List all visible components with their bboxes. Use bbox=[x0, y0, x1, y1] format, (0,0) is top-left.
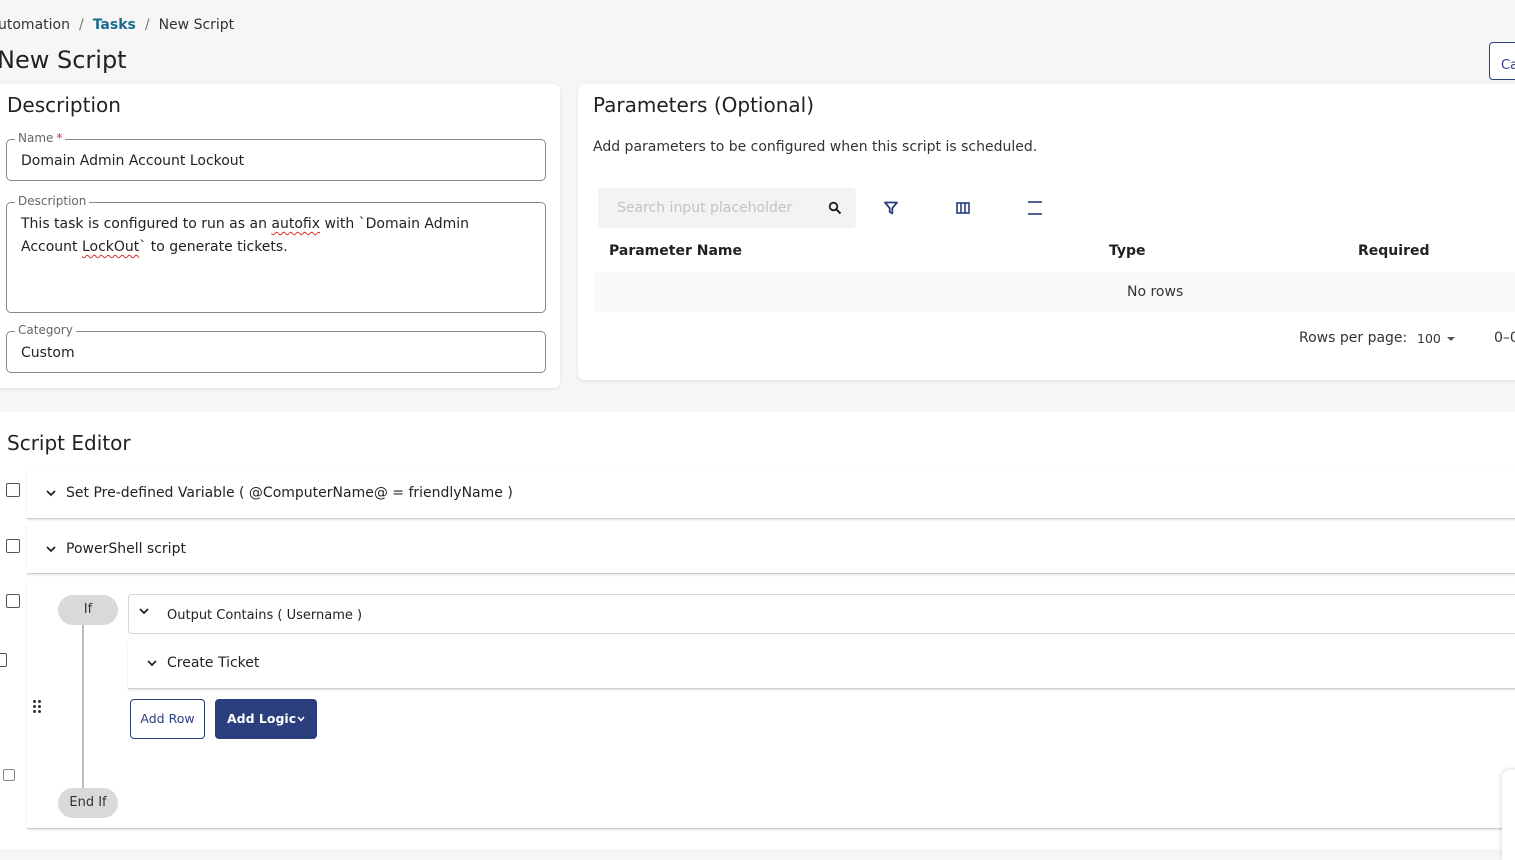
name-field-value: Domain Admin Account Lockout bbox=[21, 153, 245, 169]
caret-down-icon[interactable] bbox=[1446, 336, 1456, 342]
filter-icon[interactable] bbox=[884, 201, 898, 215]
action-row[interactable] bbox=[128, 640, 1515, 689]
if-connector-line bbox=[82, 624, 84, 790]
pagination-range: 0–0 bbox=[1494, 330, 1515, 346]
parameters-card-title: Parameters (Optional) bbox=[593, 93, 814, 117]
name-field-label: Name bbox=[18, 131, 54, 145]
add-logic-label: Add Logic bbox=[227, 711, 297, 726]
if-pill: If bbox=[58, 595, 118, 625]
search-icon[interactable] bbox=[828, 201, 842, 215]
chevron-down-icon[interactable] bbox=[45, 487, 57, 499]
script-row-label: Set Pre-defined Variable ( @ComputerName… bbox=[66, 485, 513, 501]
category-field-value: Custom bbox=[21, 345, 75, 361]
chevron-down-icon[interactable] bbox=[297, 716, 305, 722]
required-mark: * bbox=[56, 131, 63, 145]
page-title: New Script bbox=[0, 46, 127, 74]
description-card: Description Name * Domain Admin Account L… bbox=[0, 84, 560, 388]
breadcrumb-automation[interactable]: utomation bbox=[0, 17, 70, 33]
row-checkbox[interactable] bbox=[6, 539, 20, 553]
breadcrumb-tasks[interactable]: Tasks bbox=[93, 17, 136, 33]
no-rows-message: No rows bbox=[1127, 284, 1184, 300]
rows-per-page-label: Rows per page: bbox=[1299, 330, 1408, 346]
add-row-button[interactable]: Add Row bbox=[130, 699, 205, 739]
breadcrumb-separator: / bbox=[144, 17, 150, 33]
search-placeholder: Search input placeholder bbox=[617, 200, 793, 216]
floating-panel-edge bbox=[1502, 770, 1515, 860]
script-row-label: PowerShell script bbox=[66, 541, 186, 557]
breadcrumb-separator: / bbox=[78, 17, 84, 33]
condition-label: Output Contains ( Username ) bbox=[167, 608, 363, 623]
category-field[interactable]: Category Custom bbox=[6, 323, 546, 373]
action-label: Create Ticket bbox=[167, 655, 260, 671]
end-if-pill: End If bbox=[58, 788, 118, 818]
add-logic-button[interactable]: Add Logic bbox=[215, 699, 317, 739]
drag-handle-icon[interactable] bbox=[32, 699, 42, 714]
empty-rows-overlay bbox=[594, 272, 1515, 312]
row-checkbox[interactable] bbox=[3, 769, 15, 781]
row-checkbox[interactable] bbox=[6, 594, 20, 608]
parameter-search-input[interactable]: Search input placeholder bbox=[598, 188, 856, 228]
row-checkbox[interactable] bbox=[6, 483, 20, 497]
breadcrumb: utomation / Tasks / New Script bbox=[0, 17, 234, 33]
breadcrumb-current: New Script bbox=[158, 17, 235, 33]
density-icon[interactable] bbox=[1027, 200, 1043, 216]
row-checkbox[interactable] bbox=[0, 653, 7, 667]
column-header-parameter-name[interactable]: Parameter Name bbox=[609, 243, 742, 259]
description-field-label: Description bbox=[15, 194, 90, 208]
category-field-label: Category bbox=[15, 323, 76, 337]
chevron-down-icon[interactable] bbox=[146, 657, 158, 669]
column-header-required[interactable]: Required bbox=[1358, 243, 1429, 259]
description-card-title: Description bbox=[7, 93, 121, 117]
parameters-subtitle: Add parameters to be configured when thi… bbox=[593, 139, 1038, 155]
script-editor-title: Script Editor bbox=[7, 431, 131, 455]
name-field[interactable]: Name * Domain Admin Account Lockout bbox=[6, 131, 546, 181]
column-header-type[interactable]: Type bbox=[1109, 243, 1146, 259]
chevron-down-icon[interactable] bbox=[45, 543, 57, 555]
chevron-down-icon[interactable] bbox=[138, 605, 150, 617]
cancel-button[interactable]: Ca bbox=[1489, 42, 1515, 80]
script-row[interactable] bbox=[27, 525, 1515, 574]
columns-icon[interactable] bbox=[956, 202, 970, 214]
description-field-value: This task is configured to run as an aut… bbox=[21, 216, 470, 255]
rows-per-page-select[interactable]: 100 bbox=[1417, 331, 1441, 346]
description-field[interactable]: Description This task is configured to r… bbox=[6, 194, 546, 313]
rows-per-page-value: 100 bbox=[1417, 331, 1441, 346]
